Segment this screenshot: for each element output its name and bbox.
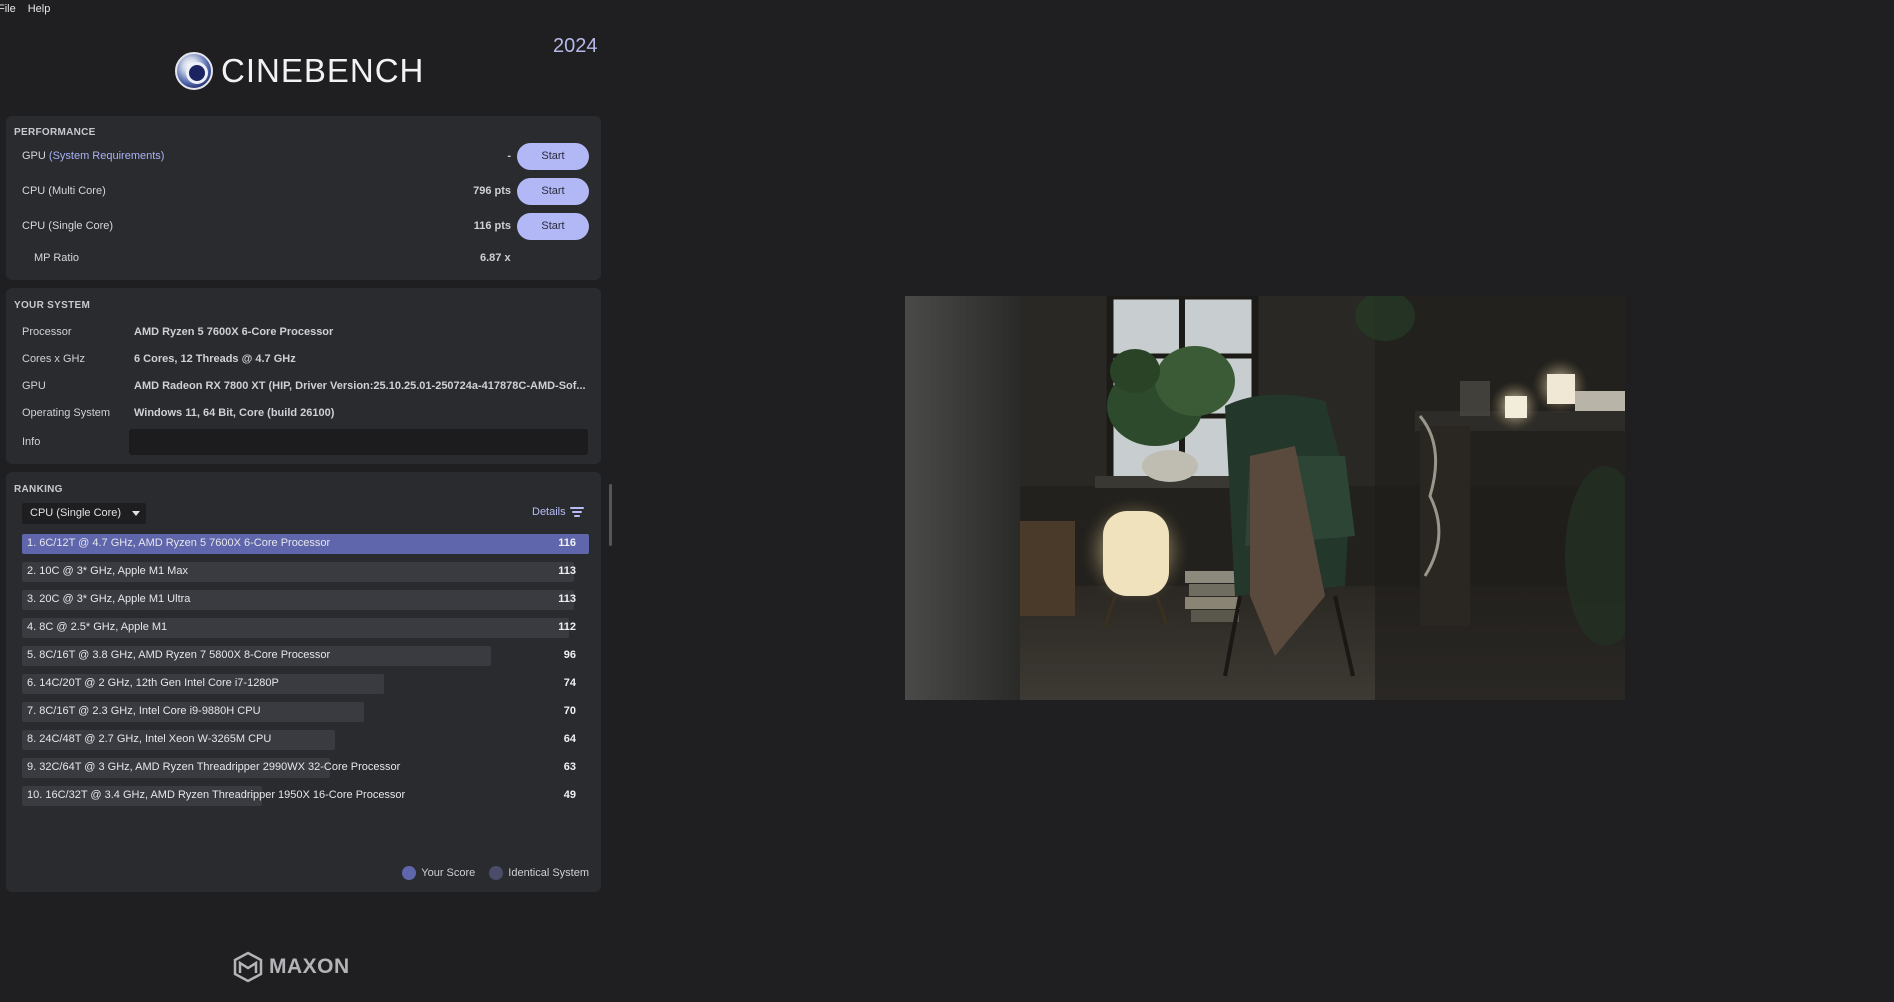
system-requirements-link[interactable]: (System Requirements) [49,150,165,162]
ranking-row-score: 113 [558,565,576,577]
ranking-row-score: 96 [563,649,576,661]
render-scene-image [905,296,1625,700]
gpu-score: - [507,150,511,162]
ranking-row-score: 49 [563,789,576,801]
cpu-multi-start-button[interactable]: Start [517,177,589,205]
ranking-test-selected: CPU (Single Core) [30,507,122,519]
performance-panel: PERFORMANCE GPU (System Requirements) - … [6,116,601,280]
ranking-row[interactable]: 10. 16C/32T @ 3.4 GHz, AMD Ryzen Threadr… [22,786,589,806]
ranking-scrollbar[interactable] [609,484,612,546]
legend-your-score: Your Score [402,866,475,880]
performance-title: PERFORMANCE [14,127,96,138]
cpu-multi-label: CPU (Multi Core) [22,185,106,197]
caret-down-icon [132,511,140,516]
ranking-row-score: 113 [558,593,576,605]
system-key: Processor [22,326,72,338]
legend-identical: Identical System [489,866,589,880]
ranking-row-name: 6. 14C/20T @ 2 GHz, 12th Gen Intel Core … [27,677,279,689]
info-field[interactable] [129,429,588,455]
ranking-row-name: 10. 16C/32T @ 3.4 GHz, AMD Ryzen Threadr… [27,789,406,801]
system-row-processor: Processor AMD Ryzen 5 7600X 6-Core Proce… [22,322,589,342]
menu-help[interactable]: Help [28,0,51,18]
identical-system-dot-icon [489,866,504,880]
ranking-row-score: 112 [558,621,576,633]
ranking-row[interactable]: 6. 14C/20T @ 2 GHz, 12th Gen Intel Core … [22,674,589,694]
system-row-os: Operating System Windows 11, 64 Bit, Cor… [22,403,589,423]
cinebench-brand: CINEBENCH [175,52,424,90]
system-key: Cores x GHz [22,353,85,365]
ranking-row[interactable]: 5. 8C/16T @ 3.8 GHz, AMD Ryzen 7 5800X 8… [22,646,589,666]
cpu-single-row: CPU (Single Core) 116 pts Start [22,212,589,240]
system-row-cores: Cores x GHz 6 Cores, 12 Threads @ 4.7 GH… [22,349,589,369]
gpu-start-button[interactable]: Start [517,142,589,170]
cpu-multi-row: CPU (Multi Core) 796 pts Start [22,177,589,205]
system-key: GPU [22,380,46,392]
filter-icon [569,507,584,517]
ranking-panel: RANKING CPU (Single Core) Details 1. 6C/… [6,472,601,892]
cpu-single-start-button[interactable]: Start [517,212,589,240]
ranking-row-name: 3. 20C @ 3* GHz, Apple M1 Ultra [27,593,191,605]
ranking-title: RANKING [14,484,63,495]
menu-bar: File Help [0,0,50,18]
system-value: 6 Cores, 12 Threads @ 4.7 GHz [134,353,296,365]
system-title: YOUR SYSTEM [14,300,91,311]
your-score-dot-icon [402,866,417,880]
system-value: AMD Radeon RX 7800 XT (HIP, Driver Versi… [134,380,586,392]
system-value: Windows 11, 64 Bit, Core (build 26100) [134,407,335,419]
ranking-row[interactable]: 9. 32C/64T @ 3 GHz, AMD Ryzen Threadripp… [22,758,589,778]
ranking-row-score: 74 [563,677,576,689]
ranking-row-name: 7. 8C/16T @ 2.3 GHz, Intel Core i9-9880H… [27,705,261,717]
ranking-test-select[interactable]: CPU (Single Core) [22,503,146,524]
menu-file[interactable]: File [0,0,16,18]
cinebench-logo-icon [175,52,213,90]
system-value: AMD Ryzen 5 7600X 6-Core Processor [134,326,334,338]
system-key: Operating System [22,407,111,419]
cpu-single-score: 116 pts [473,220,511,232]
details-button[interactable]: Details [532,506,584,518]
ranking-row[interactable]: 3. 20C @ 3* GHz, Apple M1 Ultra 113 [22,590,589,610]
gpu-row: GPU (System Requirements) - Start [22,142,589,170]
maxon-logo-icon [233,951,263,983]
ranking-list: 1. 6C/12T @ 4.7 GHz, AMD Ryzen 5 7600X 6… [22,534,589,814]
ranking-row[interactable]: 7. 8C/16T @ 2.3 GHz, Intel Core i9-9880H… [22,702,589,722]
ranking-row-name: 1. 6C/12T @ 4.7 GHz, AMD Ryzen 5 7600X 6… [27,537,331,549]
ranking-row-name: 2. 10C @ 3* GHz, Apple M1 Max [27,565,188,577]
ranking-row-name: 8. 24C/48T @ 2.7 GHz, Intel Xeon W-3265M… [27,733,272,745]
cpu-single-label: CPU (Single Core) [22,220,114,232]
version-year: 2024 [553,35,598,57]
ranking-row[interactable]: 8. 24C/48T @ 2.7 GHz, Intel Xeon W-3265M… [22,730,589,750]
mp-ratio-label: MP Ratio [34,252,80,264]
system-panel: YOUR SYSTEM Processor AMD Ryzen 5 7600X … [6,288,601,464]
maxon-wordmark: MAXON [269,955,350,978]
legend-your-score-label: Your Score [421,867,476,879]
ranking-row-score: 116 [558,537,576,549]
ranking-legend: Your Score Identical System [402,866,589,880]
maxon-logo: MAXON [233,951,350,983]
ranking-row-name: 5. 8C/16T @ 3.8 GHz, AMD Ryzen 7 5800X 8… [27,649,331,661]
system-row-gpu: GPU AMD Radeon RX 7800 XT (HIP, Driver V… [22,376,589,396]
ranking-row-score: 70 [563,705,576,717]
mp-ratio-value: 6.87 x [480,252,511,264]
ranking-row-name: 4. 8C @ 2.5* GHz, Apple M1 [27,621,168,633]
app-title: CINEBENCH [221,52,425,89]
legend-identical-label: Identical System [508,867,589,879]
ranking-row-name: 9. 32C/64T @ 3 GHz, AMD Ryzen Threadripp… [27,761,401,773]
ranking-row[interactable]: 4. 8C @ 2.5* GHz, Apple M1 112 [22,618,589,638]
ranking-row[interactable]: 1. 6C/12T @ 4.7 GHz, AMD Ryzen 5 7600X 6… [22,534,589,554]
ranking-row-score: 63 [563,761,576,773]
details-label: Details [532,506,566,518]
ranking-row[interactable]: 2. 10C @ 3* GHz, Apple M1 Max 113 [22,562,589,582]
cpu-multi-score: 796 pts [473,185,511,197]
ranking-row-score: 64 [563,733,576,745]
render-preview-image [905,296,1625,700]
gpu-label: GPU [22,150,46,162]
system-key: Info [22,436,41,448]
